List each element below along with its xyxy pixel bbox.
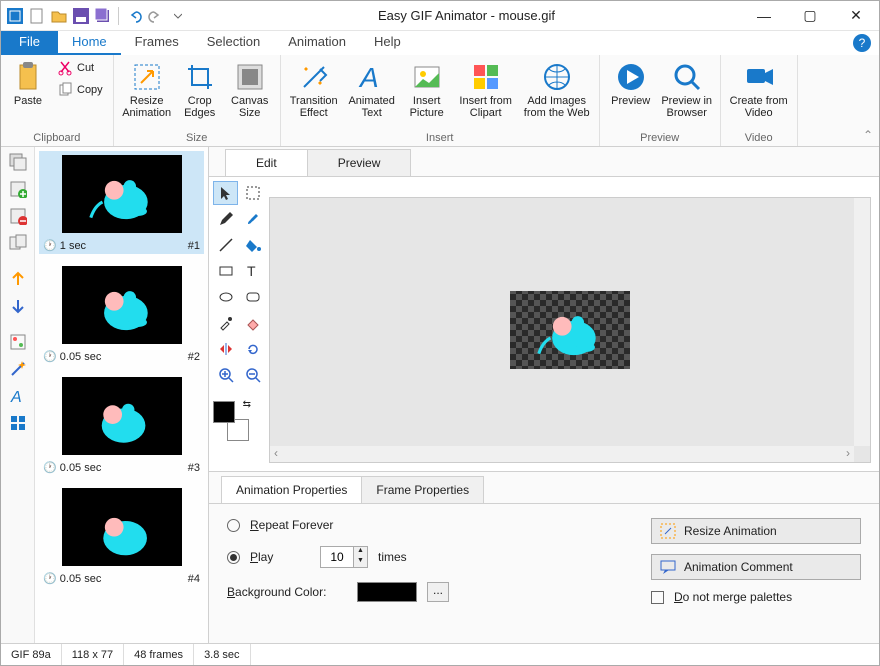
status-duration: 3.8 sec xyxy=(194,644,250,665)
tab-home[interactable]: Home xyxy=(58,31,121,55)
tool-delete-icon[interactable] xyxy=(7,205,29,227)
tool-rect-icon[interactable] xyxy=(213,259,238,283)
maximize-button[interactable]: ▢ xyxy=(787,1,833,31)
file-menu[interactable]: File xyxy=(1,31,58,55)
animated-text-button[interactable]: AAnimated Text xyxy=(345,57,399,127)
tool-pointer-icon[interactable] xyxy=(213,181,238,205)
preview-browser-button[interactable]: Preview in Browser xyxy=(660,57,714,127)
frame-item[interactable]: 🕐 0.05 sec#4 xyxy=(39,484,204,587)
repeat-forever-radio[interactable]: Repeat Forever xyxy=(227,518,651,532)
add-images-web-button[interactable]: Add Images from the Web xyxy=(521,57,593,127)
tool-duplicate-icon[interactable] xyxy=(7,232,29,254)
tool-eraser-icon[interactable] xyxy=(240,311,265,335)
insert-clipart-button[interactable]: Insert from Clipart xyxy=(455,57,517,127)
tab-frames[interactable]: Frames xyxy=(121,31,193,55)
play-count-input[interactable]: ▲▼ xyxy=(320,546,368,568)
cut-button[interactable]: Cut xyxy=(53,57,107,79)
tab-frame-properties[interactable]: Frame Properties xyxy=(361,476,484,503)
frame-item[interactable]: 🕐 1 sec#1 xyxy=(39,151,204,254)
tool-rotate-icon[interactable] xyxy=(240,337,265,361)
tool-grid-icon[interactable] xyxy=(7,412,29,434)
tool-marquee-icon[interactable] xyxy=(240,181,265,205)
bgcolor-label: Background Color: xyxy=(227,585,347,599)
group-preview-label: Preview xyxy=(606,132,714,146)
qat-undo-icon[interactable] xyxy=(124,6,144,26)
bgcolor-picker-button[interactable]: ... xyxy=(427,582,449,602)
tool-zoomout-icon[interactable] xyxy=(240,363,265,387)
svg-text:A: A xyxy=(10,389,22,405)
frame-item[interactable]: 🕐 0.05 sec#2 xyxy=(39,262,204,365)
tool-type-icon[interactable]: T xyxy=(240,259,265,283)
tool-add-frame-icon[interactable] xyxy=(7,151,29,173)
play-label: Play xyxy=(250,550,310,564)
editor-tab-preview[interactable]: Preview xyxy=(307,149,412,176)
editor-tab-edit[interactable]: Edit xyxy=(225,149,308,176)
tab-animation-properties[interactable]: Animation Properties xyxy=(221,476,362,503)
tool-roundrect-icon[interactable] xyxy=(240,285,265,309)
vertical-scrollbar[interactable] xyxy=(854,198,870,446)
tab-animation[interactable]: Animation xyxy=(274,31,360,55)
ribbon-collapse-icon[interactable]: ⌃ xyxy=(863,128,873,142)
tool-brush-icon[interactable] xyxy=(240,207,265,231)
status-dimensions: 118 x 77 xyxy=(62,644,124,665)
qat-new-icon[interactable] xyxy=(27,6,47,26)
svg-text:T: T xyxy=(247,263,256,279)
tool-wand-icon[interactable] xyxy=(7,358,29,380)
tool-effects-icon[interactable] xyxy=(7,331,29,353)
bgcolor-swatch[interactable] xyxy=(357,582,417,602)
tool-line-icon[interactable] xyxy=(213,233,238,257)
horizontal-scrollbar[interactable]: ‹› xyxy=(270,446,854,462)
status-format: GIF 89a xyxy=(1,644,62,665)
qat-dropdown-icon[interactable] xyxy=(168,6,188,26)
status-framecount: 48 frames xyxy=(124,644,194,665)
help-icon[interactable]: ? xyxy=(853,34,871,52)
group-clipboard-label: Clipboard xyxy=(7,132,107,146)
animation-comment-button[interactable]: Animation Comment xyxy=(651,554,861,580)
group-size-label: Size xyxy=(120,132,274,146)
tab-help[interactable]: Help xyxy=(360,31,415,55)
canvas-size-button[interactable]: Canvas Size xyxy=(226,57,274,127)
play-times-radio[interactable] xyxy=(227,551,240,564)
group-video-label: Video xyxy=(727,132,791,146)
qat-open-icon[interactable] xyxy=(49,6,69,26)
tool-move-down-icon[interactable] xyxy=(7,295,29,317)
tool-ellipse-icon[interactable] xyxy=(213,285,238,309)
preview-button[interactable]: Preview xyxy=(606,57,656,127)
tool-bucket-icon[interactable] xyxy=(240,233,265,257)
app-icon xyxy=(5,6,25,26)
resize-animation-prop-button[interactable]: Resize Animation xyxy=(651,518,861,544)
tab-selection[interactable]: Selection xyxy=(193,31,274,55)
tool-text-icon[interactable]: A xyxy=(7,385,29,407)
svg-text:A: A xyxy=(358,62,379,93)
foreground-color-swatch[interactable] xyxy=(213,401,235,423)
qat-save-icon[interactable] xyxy=(71,6,91,26)
tool-insert-icon[interactable] xyxy=(7,178,29,200)
qat-redo-icon[interactable] xyxy=(146,6,166,26)
close-button[interactable]: ✕ xyxy=(833,1,879,31)
tool-eyedropper-icon[interactable] xyxy=(213,311,238,335)
minimize-button[interactable]: — xyxy=(741,1,787,31)
qat-saveall-icon[interactable] xyxy=(93,6,113,26)
color-swatches[interactable]: ⇆ xyxy=(213,401,253,441)
insert-picture-button[interactable]: Insert Picture xyxy=(403,57,451,127)
canvas-area[interactable]: ‹› xyxy=(269,197,871,463)
tool-zoomin-icon[interactable] xyxy=(213,363,238,387)
copy-button[interactable]: Copy xyxy=(53,79,107,101)
tool-move-up-icon[interactable] xyxy=(7,268,29,290)
tool-flip-icon[interactable] xyxy=(213,337,238,361)
times-label: times xyxy=(378,550,407,564)
group-insert-label: Insert xyxy=(287,132,593,146)
resize-animation-button[interactable]: Resize Animation xyxy=(120,57,174,127)
paste-button[interactable]: Paste xyxy=(7,57,49,127)
tool-pencil-icon[interactable] xyxy=(213,207,238,231)
frames-panel[interactable]: 🕐 1 sec#1 🕐 0.05 sec#2 🕐 0.05 sec#3 🕐 0.… xyxy=(35,147,209,643)
frame-item[interactable]: 🕐 0.05 sec#3 xyxy=(39,373,204,476)
transition-effect-button[interactable]: Transition Effect xyxy=(287,57,341,127)
window-title: Easy GIF Animator - mouse.gif xyxy=(192,8,741,23)
nomerge-checkbox[interactable]: Do not merge palettes xyxy=(651,590,861,604)
create-from-video-button[interactable]: Create from Video xyxy=(727,57,791,127)
crop-edges-button[interactable]: Crop Edges xyxy=(178,57,222,127)
